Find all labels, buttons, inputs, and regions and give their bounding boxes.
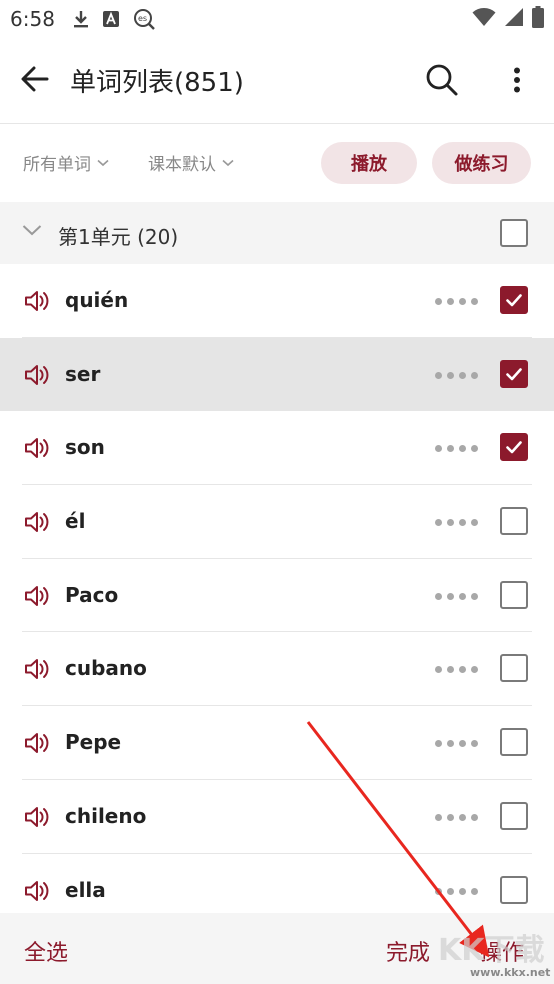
speaker-icon[interactable] xyxy=(24,289,50,313)
download-icon xyxy=(73,10,89,28)
word-row[interactable]: son xyxy=(0,411,554,486)
speaker-icon[interactable] xyxy=(24,584,50,608)
rating-dots xyxy=(435,666,478,674)
unit-checkbox[interactable] xyxy=(500,219,528,247)
battery-icon xyxy=(532,6,544,32)
rating-dots xyxy=(435,592,478,600)
es-search-icon: es xyxy=(133,8,155,30)
word-text: ser xyxy=(65,361,101,386)
play-button[interactable]: 播放 xyxy=(321,142,417,184)
all-words-filter[interactable]: 所有单词 xyxy=(23,150,109,175)
word-checkbox[interactable] xyxy=(500,286,528,314)
wifi-icon xyxy=(472,7,496,31)
signal-icon xyxy=(504,7,524,31)
status-time: 6:58 xyxy=(10,7,55,31)
word-row[interactable]: cubano xyxy=(0,632,554,707)
word-row[interactable]: él xyxy=(0,485,554,559)
word-text: cubano xyxy=(65,656,147,681)
word-checkbox[interactable] xyxy=(500,654,528,683)
speaker-icon[interactable] xyxy=(24,657,50,681)
rating-dots xyxy=(435,887,478,895)
page-title: 单词列表(851) xyxy=(70,68,244,98)
rating-dots xyxy=(435,740,478,748)
textbook-default-filter[interactable]: 课本默认 xyxy=(148,150,234,175)
practice-button[interactable]: 做练习 xyxy=(432,142,531,184)
app-bar: 单词列表(851) xyxy=(0,38,554,124)
select-all-button[interactable]: 全选 xyxy=(24,935,68,967)
unit-label: 第1单元 (20) xyxy=(58,225,179,249)
speaker-icon[interactable] xyxy=(24,363,50,387)
rating-dots xyxy=(435,298,478,305)
rating-dots xyxy=(435,371,478,379)
watermark-url: www.kkx.net xyxy=(470,966,551,979)
word-checkbox[interactable] xyxy=(500,580,528,609)
search-button[interactable] xyxy=(420,60,464,104)
chevron-down-icon xyxy=(97,159,109,167)
back-arrow-icon xyxy=(21,66,49,96)
all-words-label: 所有单词 xyxy=(23,155,91,175)
rating-dots xyxy=(435,519,478,527)
textbook-default-label: 课本默认 xyxy=(148,155,216,175)
word-text: chileno xyxy=(65,803,147,828)
word-row[interactable]: ser xyxy=(0,337,554,412)
word-checkbox[interactable] xyxy=(500,507,528,536)
speaker-icon[interactable] xyxy=(24,731,50,755)
word-checkbox[interactable] xyxy=(500,728,528,757)
word-checkbox[interactable] xyxy=(500,359,528,388)
speaker-icon[interactable] xyxy=(24,879,50,903)
more-vert-icon xyxy=(513,67,521,97)
unit-header[interactable]: 第1单元 (20) xyxy=(0,202,554,264)
word-text: Pepe xyxy=(65,730,122,755)
svg-text:es: es xyxy=(138,14,147,23)
word-checkbox[interactable] xyxy=(500,875,528,904)
word-row[interactable]: Paco xyxy=(0,559,554,633)
operations-button[interactable]: 操作 xyxy=(480,935,524,967)
filter-bar: 所有单词 课本默认 播放 做练习 xyxy=(0,124,554,202)
done-button[interactable]: 完成 xyxy=(386,935,430,967)
speaker-icon[interactable] xyxy=(24,510,50,534)
chevron-down-icon xyxy=(222,159,234,167)
word-text: son xyxy=(65,435,105,460)
word-text: quién xyxy=(65,288,129,312)
word-checkbox[interactable] xyxy=(500,801,528,830)
rating-dots xyxy=(435,445,478,453)
word-row[interactable]: chileno xyxy=(0,780,554,854)
word-text: ella xyxy=(65,877,106,902)
search-icon xyxy=(425,63,459,101)
rating-dots xyxy=(435,813,478,821)
word-text: Paco xyxy=(65,582,119,607)
word-list: quién ser son él Paco cubano Pepe chileno ella xyxy=(0,264,554,928)
word-row[interactable]: quién xyxy=(0,264,554,338)
font-a-icon xyxy=(102,11,119,27)
speaker-icon[interactable] xyxy=(24,805,50,829)
speaker-icon[interactable] xyxy=(24,436,50,460)
status-bar: 6:58 es xyxy=(0,0,554,38)
word-checkbox[interactable] xyxy=(500,433,528,462)
word-text: él xyxy=(65,509,86,534)
word-row[interactable]: Pepe xyxy=(0,706,554,780)
back-button[interactable] xyxy=(0,38,70,124)
chevron-down-icon[interactable] xyxy=(22,224,42,236)
more-menu-button[interactable] xyxy=(500,60,534,104)
